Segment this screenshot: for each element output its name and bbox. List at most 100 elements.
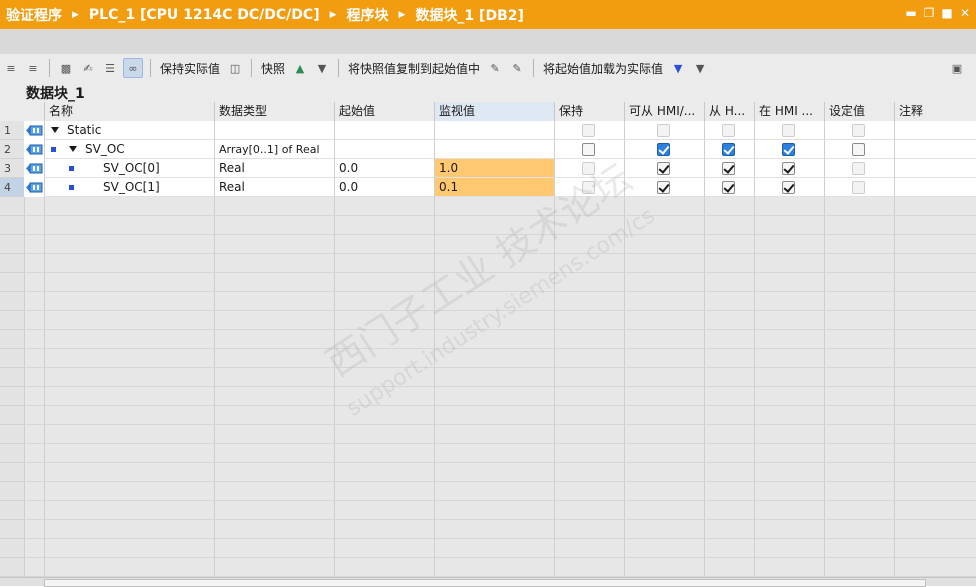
empty-cell[interactable] [44, 463, 214, 482]
empty-cell[interactable] [754, 444, 824, 463]
empty-cell[interactable] [754, 387, 824, 406]
minimize-icon[interactable]: ▬ [904, 6, 918, 20]
hmi-engineering-checkbox[interactable] [782, 124, 795, 137]
cell-monitor-value[interactable] [434, 121, 554, 140]
hmi-visible-checkbox[interactable] [722, 162, 735, 175]
empty-row[interactable] [0, 330, 976, 349]
empty-cell[interactable] [24, 349, 44, 368]
empty-cell[interactable] [704, 273, 754, 292]
empty-cell[interactable] [434, 330, 554, 349]
empty-cell[interactable] [24, 292, 44, 311]
cell-name[interactable]: SV_OC[0] [44, 159, 214, 178]
empty-cell[interactable] [434, 463, 554, 482]
empty-cell[interactable] [624, 444, 704, 463]
cell-start-value[interactable] [334, 140, 434, 159]
empty-cell[interactable] [824, 406, 894, 425]
empty-cell[interactable] [214, 387, 334, 406]
breadcrumb-project[interactable]: 验证程序 [4, 5, 64, 25]
empty-cell[interactable] [624, 197, 704, 216]
setpoint-checkbox[interactable] [852, 181, 865, 194]
empty-cell[interactable] [434, 406, 554, 425]
empty-row[interactable] [0, 368, 976, 387]
empty-cell[interactable] [434, 501, 554, 520]
empty-cell[interactable] [214, 368, 334, 387]
setpoint-checkbox[interactable] [852, 124, 865, 137]
list-view-icon[interactable]: ☰ [101, 59, 119, 77]
row-number[interactable] [0, 444, 24, 463]
empty-cell[interactable] [44, 273, 214, 292]
empty-cell[interactable] [44, 387, 214, 406]
empty-cell[interactable] [214, 520, 334, 539]
snapshot-db-icon[interactable]: ◫ [226, 59, 244, 77]
row-number[interactable] [0, 197, 24, 216]
load-start-as-actual-button[interactable]: 将起始值加载为实际值 [539, 60, 667, 77]
snapshot-compare-icon[interactable]: ▼ [313, 59, 331, 77]
empty-cell[interactable] [24, 330, 44, 349]
empty-cell[interactable] [894, 235, 976, 254]
empty-cell[interactable] [624, 216, 704, 235]
empty-cell[interactable] [704, 482, 754, 501]
column-comment[interactable]: 注释 [894, 102, 976, 121]
empty-row[interactable] [0, 292, 976, 311]
empty-cell[interactable] [24, 425, 44, 444]
row-number[interactable]: 1 [0, 121, 24, 140]
empty-cell[interactable] [334, 254, 434, 273]
empty-cell[interactable] [554, 425, 624, 444]
copy-start-all-icon[interactable]: ✎ [508, 59, 526, 77]
empty-cell[interactable] [24, 311, 44, 330]
empty-cell[interactable] [554, 501, 624, 520]
expand-arrow-icon[interactable] [69, 146, 77, 152]
snapshot-to-start-icon[interactable]: ▲ [291, 59, 309, 77]
row-number[interactable] [0, 539, 24, 558]
empty-cell[interactable] [44, 349, 214, 368]
load-all-icon[interactable]: ▼ [691, 59, 709, 77]
empty-cell[interactable] [334, 235, 434, 254]
empty-cell[interactable] [214, 406, 334, 425]
empty-cell[interactable] [334, 311, 434, 330]
empty-cell[interactable] [214, 235, 334, 254]
collapse-all-icon[interactable]: ✍ [79, 59, 97, 77]
empty-cell[interactable] [214, 463, 334, 482]
empty-cell[interactable] [624, 539, 704, 558]
expand-all-icon[interactable]: ▩ [57, 59, 75, 77]
empty-cell[interactable] [894, 520, 976, 539]
row-number[interactable] [0, 406, 24, 425]
empty-cell[interactable] [704, 425, 754, 444]
empty-cell[interactable] [214, 444, 334, 463]
empty-cell[interactable] [894, 539, 976, 558]
empty-cell[interactable] [824, 292, 894, 311]
empty-row[interactable] [0, 197, 976, 216]
empty-cell[interactable] [24, 368, 44, 387]
empty-cell[interactable] [434, 482, 554, 501]
empty-cell[interactable] [894, 406, 976, 425]
empty-cell[interactable] [434, 292, 554, 311]
row-number[interactable] [0, 482, 24, 501]
empty-row[interactable] [0, 216, 976, 235]
empty-cell[interactable] [24, 406, 44, 425]
table-row[interactable]: 3 SV_OC[0] Real 0.0 1.0 [0, 159, 976, 178]
load-to-device-icon[interactable]: ▼ [669, 59, 687, 77]
empty-cell[interactable] [824, 558, 894, 577]
setpoint-checkbox[interactable] [852, 143, 865, 156]
empty-cell[interactable] [704, 349, 754, 368]
empty-cell[interactable] [44, 406, 214, 425]
empty-cell[interactable] [434, 368, 554, 387]
column-start-value[interactable]: 起始值 [334, 102, 435, 121]
empty-cell[interactable] [554, 406, 624, 425]
empty-row[interactable] [0, 482, 976, 501]
empty-row[interactable] [0, 425, 976, 444]
empty-row[interactable] [0, 463, 976, 482]
column-name[interactable]: 名称 [44, 102, 215, 121]
table-row[interactable]: 2 SV_OC Array[0..1] of Real [0, 140, 976, 159]
empty-cell[interactable] [24, 501, 44, 520]
empty-cell[interactable] [554, 216, 624, 235]
empty-cell[interactable] [754, 368, 824, 387]
keep-actual-values-button[interactable]: 保持实际值 [156, 60, 224, 77]
hmi-visible-checkbox[interactable] [722, 124, 735, 137]
empty-cell[interactable] [214, 311, 334, 330]
empty-cell[interactable] [24, 216, 44, 235]
empty-cell[interactable] [894, 349, 976, 368]
empty-cell[interactable] [554, 311, 624, 330]
hmi-engineering-checkbox[interactable] [782, 181, 795, 194]
empty-cell[interactable] [334, 406, 434, 425]
